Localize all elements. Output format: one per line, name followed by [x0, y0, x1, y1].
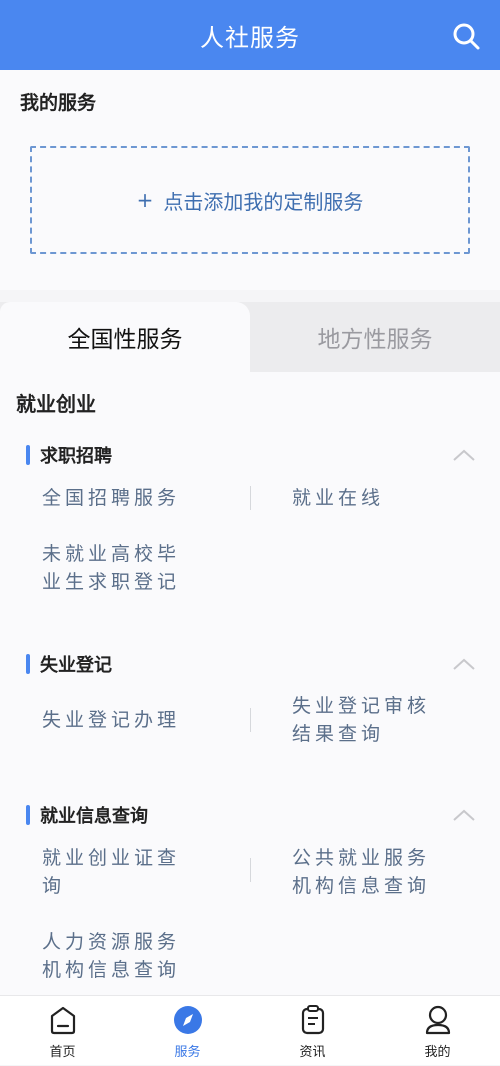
section-accent-bar [26, 654, 30, 674]
nav-item-mine[interactable]: 我的 [375, 996, 500, 1066]
nav-label: 我的 [424, 1045, 451, 1060]
section-header-job-search[interactable]: 求职招聘 [26, 442, 112, 468]
tab-national-services[interactable]: 全国性服务 [0, 302, 250, 372]
nav-label: 首页 [49, 1045, 76, 1060]
service-item-line: 结果查询 [292, 723, 385, 745]
compass-icon [174, 1006, 202, 1034]
service-item[interactable]: 人力资源服务 机构信息查询 [42, 928, 180, 984]
nav-label: 资讯 [299, 1045, 326, 1060]
nav-label: 服务 [174, 1045, 201, 1060]
service-item-line: 失业登记审核 [292, 695, 431, 717]
item-divider [250, 708, 251, 732]
plus-icon: + [136, 188, 154, 212]
service-item[interactable]: 未就业高校毕 业生求职登记 [42, 540, 180, 596]
service-item-line: 机构信息查询 [42, 959, 181, 981]
chevron-up-icon[interactable] [452, 657, 476, 671]
service-item-line: 询 [42, 875, 66, 897]
add-custom-service-label: 点击添加我的定制服务 [163, 189, 364, 214]
chevron-up-icon[interactable] [452, 808, 476, 822]
section-title: 就业信息查询 [40, 806, 148, 827]
nav-item-services[interactable]: 服务 [125, 996, 250, 1066]
item-divider [250, 858, 251, 882]
bottom-nav: 首页 服务 资讯 我的 [0, 995, 500, 1065]
service-item-line: 就业创业证查 [42, 847, 181, 869]
home-icon [50, 1006, 76, 1035]
service-item-line: 机构信息查询 [292, 875, 431, 897]
page-title: 人社服务 [200, 23, 300, 52]
nav-item-news[interactable]: 资讯 [250, 996, 375, 1066]
news-icon [301, 1005, 325, 1035]
search-icon[interactable] [450, 20, 482, 52]
tab-local-services[interactable]: 地方性服务 [250, 302, 500, 372]
section-title: 失业登记 [40, 655, 112, 676]
section-accent-bar [26, 445, 30, 465]
service-item[interactable]: 就业在线 [292, 484, 384, 512]
add-custom-service-button[interactable]: + 点击添加我的定制服务 [30, 146, 470, 254]
category-title: 就业创业 [16, 392, 96, 416]
my-services-panel: 我的服务 + 点击添加我的定制服务 [0, 70, 500, 290]
section-header-employment-info-query[interactable]: 就业信息查询 [26, 802, 148, 828]
service-tabs: 全国性服务 地方性服务 [0, 302, 500, 372]
section-title: 求职招聘 [40, 446, 112, 467]
section-accent-bar [26, 805, 30, 825]
user-icon [425, 1005, 451, 1035]
service-list: 就业创业 求职招聘 全国招聘服务 就业在线 未就业高校毕 业生求职登记 失业登记… [0, 372, 500, 995]
service-item-line: 失业登记办理 [42, 709, 181, 731]
service-item-line: 就业在线 [292, 487, 385, 509]
item-divider [250, 486, 251, 510]
service-item[interactable]: 失业登记审核 结果查询 [292, 692, 430, 748]
service-item[interactable]: 全国招聘服务 [42, 484, 180, 512]
chevron-up-icon[interactable] [452, 448, 476, 462]
service-item-line: 未就业高校毕 [42, 543, 181, 565]
service-item-line: 全国招聘服务 [42, 487, 181, 509]
service-item[interactable]: 失业登记办理 [42, 706, 180, 734]
service-item-line: 业生求职登记 [42, 571, 181, 593]
app-header: 人社服务 [0, 0, 500, 70]
section-header-unemployment-registration[interactable]: 失业登记 [26, 651, 112, 677]
my-services-title: 我的服务 [20, 92, 97, 114]
nav-item-home[interactable]: 首页 [0, 996, 125, 1066]
service-item-line: 公共就业服务 [292, 847, 431, 869]
service-item-line: 人力资源服务 [42, 931, 181, 953]
service-item[interactable]: 就业创业证查 询 [42, 844, 180, 900]
service-item[interactable]: 公共就业服务 机构信息查询 [292, 844, 430, 900]
